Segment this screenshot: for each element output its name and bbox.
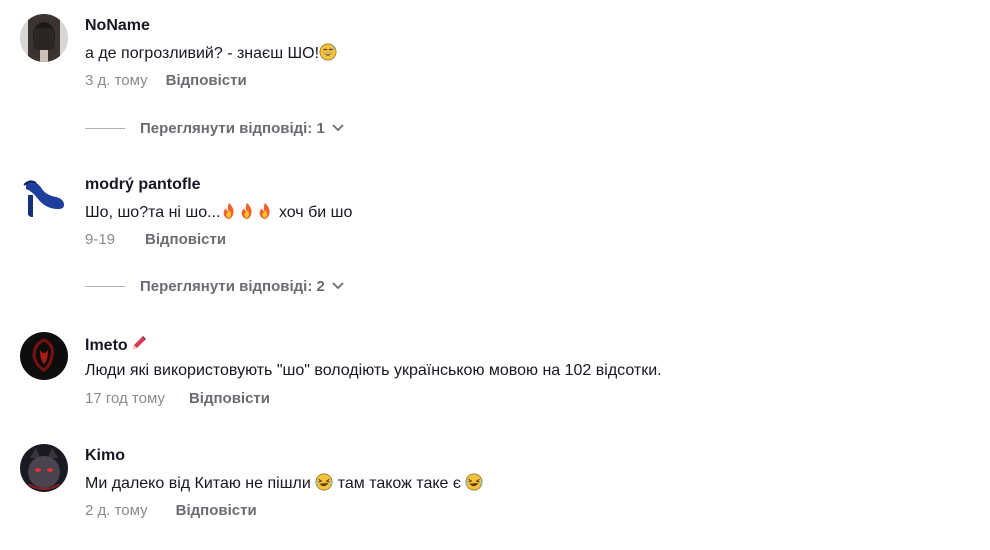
divider-line	[85, 128, 125, 129]
comment-text: Ми далеко від Китаю не пішли там також т…	[85, 473, 483, 494]
fire-emoji	[238, 202, 256, 220]
chevron-down-icon	[331, 120, 345, 137]
comment-text: а де погрозливий? - знаєш ШО!	[85, 43, 337, 64]
reply-button[interactable]: Відповісти	[189, 390, 270, 407]
view-replies-label: Переглянути відповіді: 2	[140, 278, 325, 295]
rofl-emoji	[465, 473, 483, 491]
comment-text-tail: хоч би шо	[278, 204, 353, 221]
comment-text-body: а де погрозливий? - знаєш ШО!	[85, 45, 320, 62]
avatar[interactable]	[20, 332, 68, 380]
timestamp: 3 д. тому	[85, 72, 148, 89]
view-replies-button[interactable]: Переглянути відповіді: 1	[85, 120, 345, 137]
comment-text-tail: там також таке є	[337, 475, 462, 492]
rofl-emoji	[315, 473, 333, 491]
divider-line	[85, 286, 125, 287]
avatar[interactable]	[20, 14, 68, 62]
view-replies-button[interactable]: Переглянути відповіді: 2	[85, 278, 345, 295]
timestamp: 9-19	[85, 231, 116, 248]
comment-meta: 17 год тому Відповісти	[85, 389, 270, 409]
reply-button[interactable]: Відповісти	[166, 72, 247, 89]
username[interactable]: modrý pantofle	[85, 175, 201, 195]
avatar[interactable]	[20, 444, 68, 492]
comment-meta: 9-19 Відповісти	[85, 230, 226, 250]
username[interactable]: Kimo	[85, 446, 125, 466]
comment-text: Люди які використовують "шо" володіють у…	[85, 362, 662, 379]
username-text: lmeto	[85, 337, 128, 354]
chevron-down-icon	[331, 278, 345, 295]
view-replies-label: Переглянути відповіді: 1	[140, 120, 325, 137]
timestamp: 2 д. тому	[85, 502, 148, 519]
timestamp: 17 год тому	[85, 390, 165, 407]
fire-emoji	[256, 202, 274, 220]
comment-text-body: Ми далеко від Китаю не пішли	[85, 475, 311, 492]
avatar[interactable]	[20, 173, 68, 221]
reply-button[interactable]: Відповісти	[145, 231, 226, 248]
comment-meta: 3 д. тому Відповісти	[85, 71, 247, 91]
comment-text: Шо, шо?та ні шо... хоч би шо	[85, 202, 352, 223]
username[interactable]: NoName	[85, 16, 150, 36]
grinning-sweat-emoji	[319, 43, 337, 61]
fire-emoji	[220, 202, 238, 220]
comment-text-body: Шо, шо?та ні шо...	[85, 204, 221, 221]
username[interactable]: lmeto	[85, 334, 148, 356]
reply-button[interactable]: Відповісти	[176, 502, 257, 519]
pencil-icon	[130, 334, 148, 352]
comment-meta: 2 д. тому Відповісти	[85, 501, 257, 521]
